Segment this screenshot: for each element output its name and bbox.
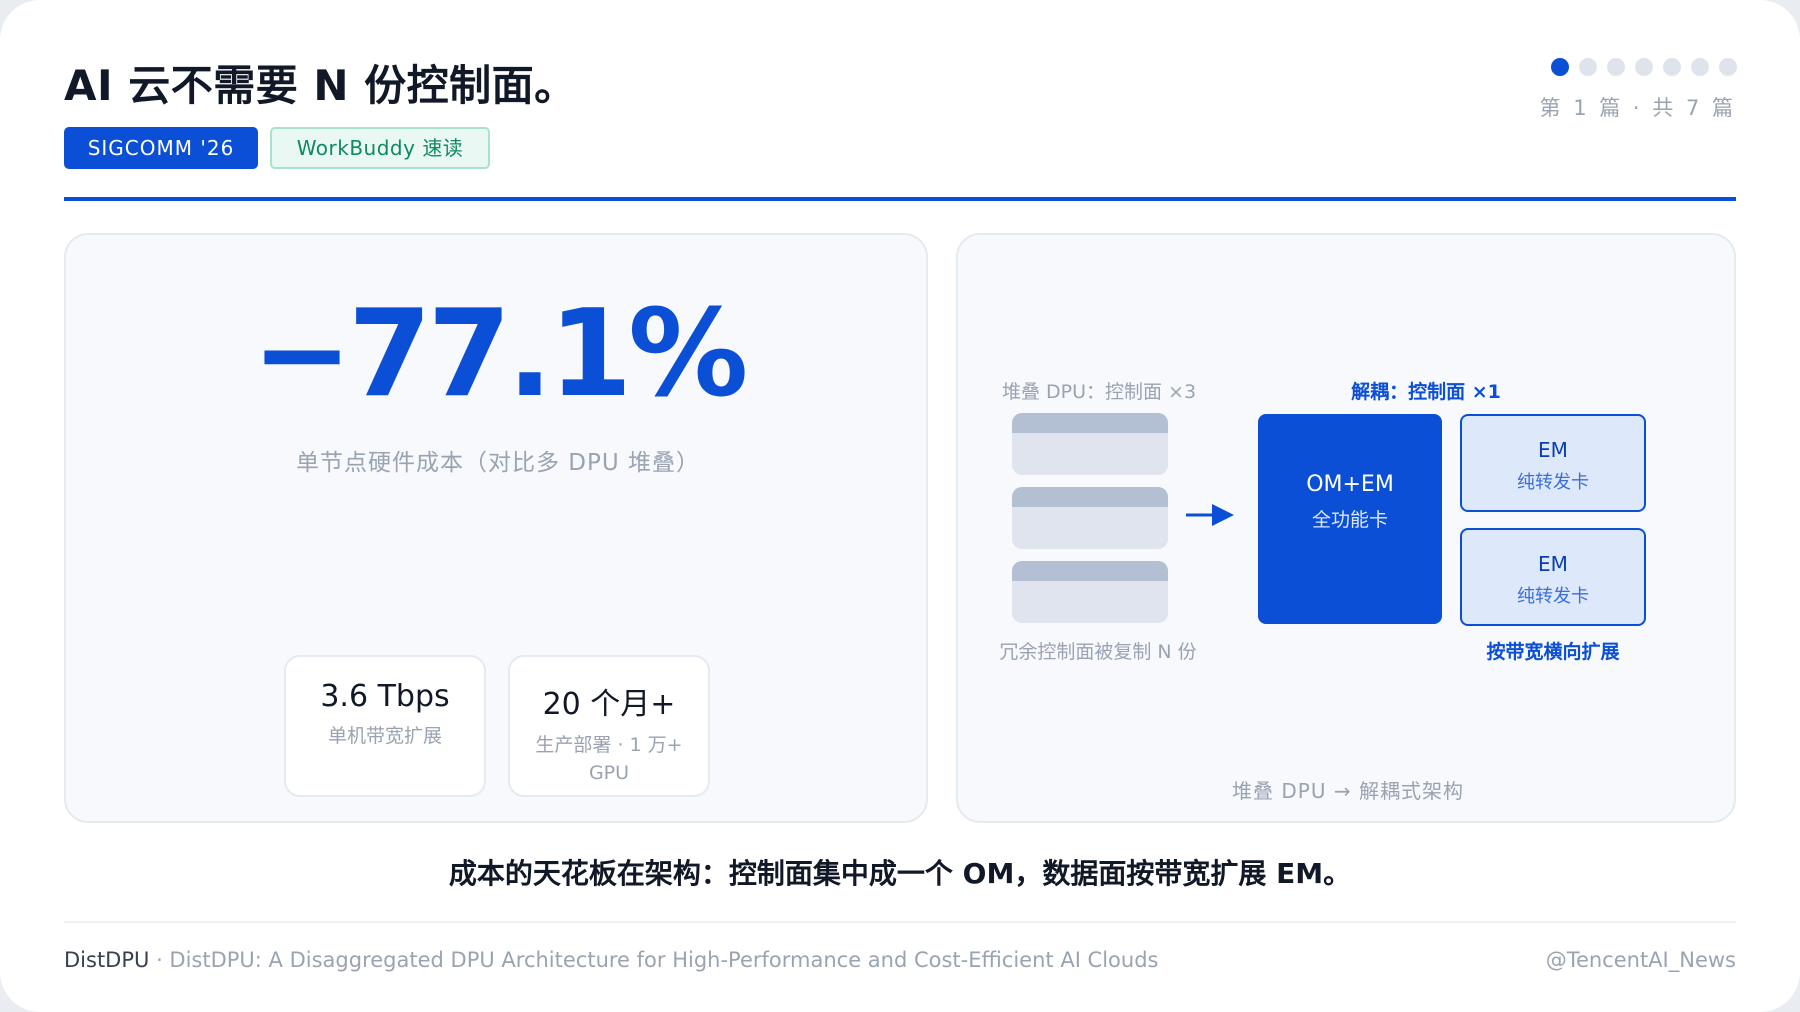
diagram-caption: 堆叠 DPU → 解耦式架构 (1232, 779, 1464, 803)
footer-separator: · (149, 948, 170, 972)
pagination-dot-1[interactable] (1551, 58, 1569, 76)
footer-paper-title: DistDPU: A Disaggregated DPU Architectur… (169, 948, 1159, 972)
pagination-dot-2[interactable] (1579, 58, 1597, 76)
footer-handle: @TencentAI_News (1545, 948, 1736, 972)
stacked-dpu-block (1012, 487, 1168, 549)
om-em-title: OM+EM (1306, 472, 1394, 497)
pagination-dots (1551, 58, 1737, 76)
stat-value: 3.6 Tbps (320, 679, 450, 714)
em-title: EM (1538, 552, 1568, 576)
em-card: EM 纯转发卡 (1460, 414, 1646, 512)
om-em-card: OM+EM 全功能卡 (1258, 414, 1442, 624)
stacked-dpu-label: 堆叠 DPU：控制面 ×3 (1001, 381, 1197, 403)
metric-card: −77.1% 单节点硬件成本（对比多 DPU 堆叠） 3.6 Tbps 单机带宽… (64, 233, 928, 823)
stacked-dpu-block (1012, 413, 1168, 475)
arrow-right-icon (1186, 504, 1234, 526)
decoupled-label: 解耦：控制面 ×1 (1351, 381, 1501, 403)
conference-badge: SIGCOMM '26 (64, 127, 258, 169)
workbuddy-badge: WorkBuddy 速读 (270, 127, 490, 169)
slide: AI 云不需要 N 份控制面。 SIGCOMM '26 WorkBuddy 速读… (0, 0, 1800, 1012)
stat-label: 生产部署 · 1 万+ GPU (535, 734, 683, 784)
pagination-dot-7[interactable] (1719, 58, 1737, 76)
page-title: AI 云不需要 N 份控制面。 (64, 61, 577, 110)
architecture-diagram-card: 堆叠 DPU：控制面 ×3 解耦：控制面 ×1 OM+EM 全功能卡 EM 纯转… (956, 233, 1736, 823)
pagination-dot-3[interactable] (1607, 58, 1625, 76)
stat-bandwidth: 3.6 Tbps 单机带宽扩展 (284, 655, 486, 797)
footer-divider (64, 921, 1736, 923)
em-title: EM (1538, 438, 1568, 462)
om-em-subtitle: 全功能卡 (1311, 509, 1388, 531)
em-card: EM 纯转发卡 (1460, 528, 1646, 626)
stacked-dpu-block (1012, 561, 1168, 623)
pagination-dot-5[interactable] (1663, 58, 1681, 76)
scale-out-label: 按带宽横向扩展 (1486, 641, 1620, 663)
em-subtitle: 纯转发卡 (1517, 472, 1589, 493)
pagination-dot-6[interactable] (1691, 58, 1709, 76)
pagination-dot-4[interactable] (1635, 58, 1653, 76)
stat-label: 单机带宽扩展 (327, 725, 442, 747)
footer-citation: DistDPU · DistDPU: A Disaggregated DPU A… (64, 948, 1158, 972)
stat-value: 20 个月+ (542, 687, 676, 722)
page-indicator: 第 1 篇 · 共 7 篇 (1539, 96, 1736, 120)
summary-text: 成本的天花板在架构：控制面集中成一个 OM，数据面按带宽扩展 EM。 (448, 857, 1352, 890)
em-subtitle: 纯转发卡 (1517, 586, 1589, 607)
redundant-control-label: 冗余控制面被复制 N 份 (999, 641, 1197, 663)
cost-reduction-caption: 单节点硬件成本（对比多 DPU 堆叠） (295, 450, 701, 476)
stat-deployment: 20 个月+ 生产部署 · 1 万+ GPU (508, 655, 710, 797)
cost-reduction-value: −77.1% (251, 285, 749, 424)
footer-brand: DistDPU (64, 948, 150, 972)
header-divider (64, 197, 1736, 201)
